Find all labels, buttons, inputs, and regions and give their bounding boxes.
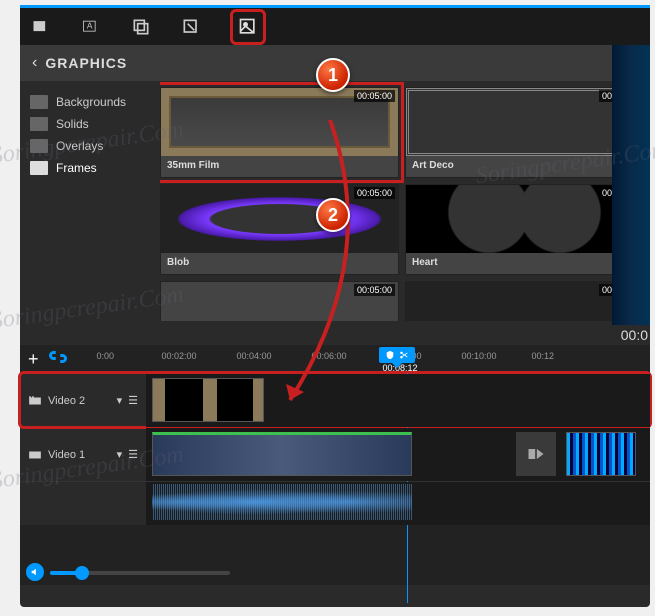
playhead-time: 00:08:12 — [383, 363, 418, 373]
media-tabs: A — [20, 5, 650, 45]
speaker-icon[interactable] — [26, 563, 44, 581]
folder-label: Overlays — [56, 139, 103, 153]
track-label: Video 2 — [48, 395, 111, 407]
text-tab-icon[interactable]: A — [80, 16, 102, 38]
scissors-icon — [399, 350, 409, 360]
ruler-tick: 0:00 — [97, 351, 115, 361]
folder-label: Solids — [56, 117, 89, 131]
zoom-slider[interactable] — [50, 571, 230, 575]
graphics-tab-highlight — [230, 9, 266, 45]
effects-tab-icon[interactable] — [180, 16, 202, 38]
ruler-tick: 00:04:00 — [237, 351, 272, 361]
timeline-header: + 0:00 00:02:00 00:04:00 00:06:00 00:08:… — [20, 345, 650, 373]
graphic-label: Heart — [406, 253, 643, 274]
video-track-icon — [28, 394, 42, 408]
track-dropdown-icon[interactable]: ▾ — [117, 394, 123, 407]
track-body-audio[interactable] — [146, 482, 650, 525]
graphic-item-fire[interactable]: 00:05:00 — [405, 281, 644, 321]
graphics-tab-icon[interactable] — [237, 16, 259, 38]
zoom-knob[interactable] — [75, 566, 89, 580]
graphic-label: Blob — [161, 253, 398, 274]
track-video2: Video 2 ▾ ☰ — [20, 373, 650, 427]
folder-icon — [30, 139, 48, 153]
callout-2: 2 — [316, 198, 350, 232]
track-header-video1[interactable]: Video 1 ▾ ☰ — [20, 428, 146, 481]
timeline: + 0:00 00:02:00 00:04:00 00:06:00 00:08:… — [20, 345, 650, 585]
folder-solids[interactable]: Solids — [28, 113, 152, 135]
folder-label: Frames — [56, 161, 97, 175]
folder-frames[interactable]: Frames — [28, 157, 152, 179]
graphic-label: Art Deco — [406, 156, 643, 177]
track-menu-icon[interactable]: ☰ — [128, 448, 138, 461]
favorites-tab-icon[interactable] — [30, 16, 52, 38]
graphic-item-artdeco[interactable]: 00:05:00 Art Deco — [405, 87, 644, 178]
playhead-marker[interactable]: 00:08:12 — [379, 347, 415, 363]
clip-frame-35mm[interactable] — [152, 378, 264, 422]
graphic-item-35mm[interactable]: 00:05:00 35mm Film — [160, 87, 399, 178]
preview-timecode: 00:0 — [621, 327, 648, 343]
clip-effect[interactable] — [566, 432, 636, 476]
graphic-duration: 00:05:00 — [354, 90, 395, 102]
time-ruler[interactable]: 0:00 00:02:00 00:04:00 00:06:00 00:08:00… — [77, 345, 642, 373]
audio-waveform[interactable] — [152, 484, 412, 520]
clip-transition[interactable] — [516, 432, 556, 476]
folder-backgrounds[interactable]: Backgrounds — [28, 91, 152, 113]
track-audio — [20, 481, 650, 525]
video-track-icon — [28, 448, 42, 462]
callout-1: 1 — [316, 58, 350, 92]
folder-open-icon — [30, 161, 48, 175]
folder-icon — [30, 95, 48, 109]
track-menu-icon[interactable]: ☰ — [128, 394, 138, 407]
add-track-icon[interactable]: + — [28, 349, 39, 370]
shield-icon — [385, 350, 395, 360]
ruler-tick: 00:06:00 — [312, 351, 347, 361]
clip-video-main[interactable] — [152, 432, 412, 476]
back-chevron-icon[interactable]: ‹ — [32, 54, 37, 72]
ruler-tick: 00:12 — [532, 351, 555, 361]
graphic-item-blob[interactable]: 00:05:00 Blob — [160, 184, 399, 275]
graphics-grid: 00:05:00 35mm Film 00:05:00 Art Deco 00:… — [160, 81, 650, 321]
layers-tab-icon[interactable] — [130, 16, 152, 38]
folder-label: Backgrounds — [56, 95, 126, 109]
graphic-item-heart[interactable]: 00:05:00 Heart — [405, 184, 644, 275]
graphic-item[interactable]: 00:05:00 — [160, 281, 399, 321]
preview-strip — [612, 45, 650, 325]
folder-list: Backgrounds Solids Overlays Frames — [20, 81, 160, 321]
track-video1: Video 1 ▾ ☰ — [20, 427, 650, 481]
track-label: Video 1 — [48, 449, 111, 461]
track-body-video2[interactable] — [146, 374, 650, 427]
snap-icon[interactable] — [49, 348, 67, 371]
track-dropdown-icon[interactable]: ▾ — [117, 448, 123, 461]
graphic-label: 35mm Film — [161, 156, 398, 177]
graphic-duration: 00:05:00 — [354, 284, 395, 296]
graphic-duration: 00:05:00 — [354, 187, 395, 199]
folder-icon — [30, 117, 48, 131]
video-editor-app: A ‹ GRAPHICS ☰ Backgrounds Solids Overla… — [20, 5, 650, 607]
track-header-audio[interactable] — [20, 482, 146, 525]
track-body-video1[interactable] — [146, 428, 650, 481]
transition-icon — [526, 444, 546, 464]
ruler-tick: 00:02:00 — [162, 351, 197, 361]
ruler-tick: 00:10:00 — [462, 351, 497, 361]
folder-overlays[interactable]: Overlays — [28, 135, 152, 157]
svg-text:A: A — [87, 20, 93, 30]
track-header-video2[interactable]: Video 2 ▾ ☰ — [20, 374, 146, 427]
